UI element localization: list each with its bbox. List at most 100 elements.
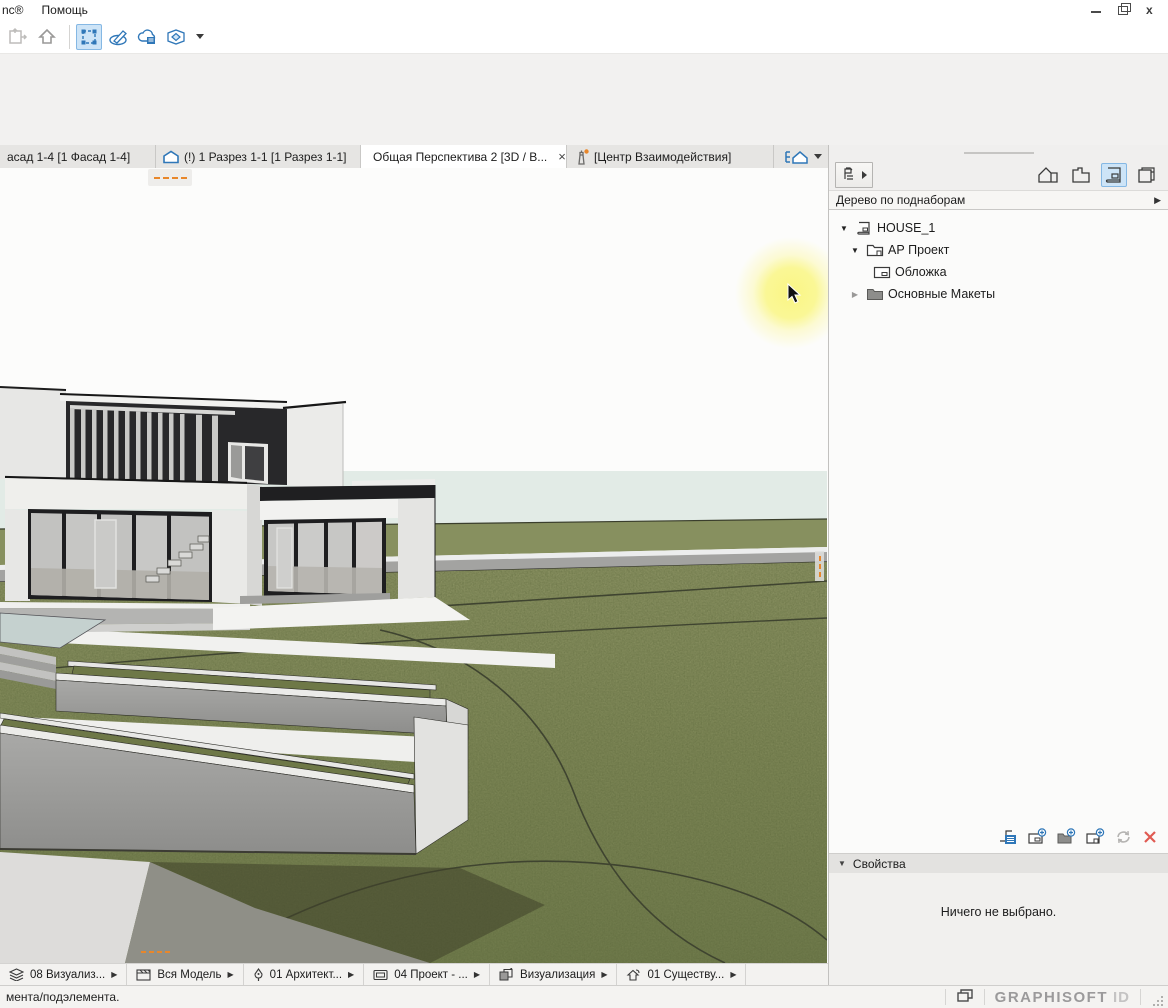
folder-icon bbox=[866, 287, 884, 301]
window-stack-icon[interactable] bbox=[956, 988, 974, 1006]
layout-tree: ▼ HOUSE_1 ▼ АР Проект Обложка ▶ Основные… bbox=[829, 210, 1168, 853]
pavement bbox=[0, 852, 150, 963]
new-subset-icon[interactable] bbox=[1056, 828, 1076, 849]
delete-icon[interactable] bbox=[1142, 829, 1158, 848]
publisher-sets-icon[interactable] bbox=[1134, 163, 1160, 187]
app-menu-fragment[interactable]: nc® bbox=[0, 3, 34, 17]
tab-perspective-active[interactable]: Общая Перспектива 2 [3D / В... × bbox=[361, 145, 567, 168]
status-right-group: GRAPHISOFT ID bbox=[935, 986, 1168, 1008]
tab-razrez[interactable]: (!) 1 Разрез 1-1 [1 Разрез 1-1] bbox=[156, 145, 361, 168]
quick-options-bar: 08 Визуализ... ▶ Вся Модель ▶ 01 Архитек… bbox=[0, 963, 828, 985]
render-settings-icon[interactable] bbox=[163, 24, 189, 50]
workspace-background bbox=[0, 53, 1168, 145]
caret-right-icon: ▶ bbox=[601, 970, 607, 979]
project-map-icon[interactable] bbox=[1035, 163, 1061, 187]
quick-option-layers[interactable]: 08 Визуализ... ▶ bbox=[0, 964, 127, 985]
resize-grip[interactable] bbox=[1151, 994, 1165, 1008]
tree-item-label: Основные Макеты bbox=[888, 287, 995, 301]
interaction-center-icon bbox=[574, 149, 589, 165]
layout-book-item-icon bbox=[855, 221, 873, 236]
navigator-action-bar bbox=[829, 823, 1168, 853]
quick-option-renovation-filter[interactable]: Вся Модель ▶ bbox=[127, 964, 243, 985]
tree-item-cover[interactable]: Обложка bbox=[829, 261, 1168, 283]
graphisoft-id-label: ID bbox=[1113, 989, 1130, 1006]
model-view-options-icon bbox=[373, 969, 388, 981]
tab-label: асад 1-4 [1 Фасад 1-4] bbox=[7, 150, 130, 164]
renovation-filter-icon bbox=[136, 969, 151, 981]
tree-structure-icon bbox=[841, 166, 859, 184]
status-message: мента/подэлемента. bbox=[0, 990, 119, 1004]
section-icon bbox=[163, 150, 179, 164]
status-separator bbox=[945, 989, 946, 1005]
tab-overview-caret-icon[interactable] bbox=[814, 154, 822, 159]
renovation-status-icon bbox=[626, 968, 641, 981]
properties-title: Свойства bbox=[853, 857, 906, 871]
scheme-dropdown-label: Дерево по поднаборам bbox=[836, 193, 965, 207]
layout-book-icon[interactable] bbox=[1101, 163, 1127, 187]
pen-set-icon bbox=[253, 968, 264, 982]
resize-element-icon[interactable] bbox=[5, 24, 31, 50]
quick-option-renovation-status[interactable]: 01 Существу... ▶ bbox=[617, 964, 746, 985]
quick-option-pen-set[interactable]: 01 Архитект... ▶ bbox=[244, 964, 365, 985]
caret-down-icon: ▼ bbox=[838, 859, 846, 868]
toolbar-dropdown-caret-icon[interactable] bbox=[196, 34, 204, 39]
tab-close-icon[interactable]: × bbox=[558, 149, 566, 164]
status-separator bbox=[984, 989, 985, 1005]
tab-interaction-center[interactable]: [Центр Взаимодействия] bbox=[567, 145, 774, 168]
teamwork-cloud-icon[interactable] bbox=[134, 24, 160, 50]
caret-right-icon: ▶ bbox=[111, 970, 117, 979]
ground-dashes-marker bbox=[141, 951, 170, 953]
tree-item-main-layouts[interactable]: ▶ Основные Макеты bbox=[829, 283, 1168, 305]
caret-right-icon: ▶ bbox=[474, 970, 480, 979]
marquee-icon[interactable] bbox=[76, 24, 102, 50]
right-wing bbox=[260, 479, 435, 599]
graphisoft-brand[interactable]: GRAPHISOFT bbox=[995, 989, 1108, 1006]
new-layout-icon[interactable] bbox=[1027, 828, 1047, 849]
caret-right-icon: ▶ bbox=[730, 970, 736, 979]
properties-section-header[interactable]: ▼ Свойства bbox=[829, 853, 1168, 873]
menu-help[interactable]: Помощь bbox=[34, 3, 96, 17]
tab-label: [Центр Взаимодействия] bbox=[594, 150, 731, 164]
upper-glass-door bbox=[228, 442, 268, 484]
title-bar: nc® Помощь x bbox=[0, 0, 1168, 20]
edit-elements-icon[interactable] bbox=[105, 24, 131, 50]
tab-overview-control[interactable] bbox=[778, 145, 828, 168]
view-map-icon[interactable] bbox=[1068, 163, 1094, 187]
close-icon[interactable]: x bbox=[1146, 5, 1158, 15]
tree-item-label: Обложка bbox=[895, 265, 947, 279]
navigator-scheme-dropdown[interactable]: Дерево по поднаборам ▶ bbox=[829, 190, 1168, 210]
tab-label: Общая Перспектива 2 [3D / В... bbox=[373, 150, 547, 164]
navigator-tree-button[interactable] bbox=[835, 162, 873, 188]
chevron-expanded-icon[interactable]: ▼ bbox=[848, 246, 862, 255]
navigator-panel: Дерево по поднаборам ▶ ▼ HOUSE_1 ▼ АР Пр… bbox=[828, 145, 1168, 985]
quick-option-model-view[interactable]: 04 Проект - ... ▶ bbox=[364, 964, 490, 985]
viewport-3d[interactable] bbox=[0, 168, 828, 963]
panel-drag-handle[interactable] bbox=[829, 145, 1168, 160]
properties-empty-text: Ничего не выбрано. bbox=[941, 905, 1057, 919]
view-tab-bar: асад 1-4 [1 Фасад 1-4] (!) 1 Разрез 1-1 … bbox=[0, 145, 828, 168]
main-toolbar bbox=[0, 20, 1168, 53]
3d-scene[interactable] bbox=[0, 168, 827, 963]
tree-item-ap-project[interactable]: ▼ АР Проект bbox=[829, 239, 1168, 261]
edge-hotspot-marker bbox=[815, 551, 824, 581]
tree-item-label: HOUSE_1 bbox=[877, 221, 935, 235]
caret-right-icon: ▶ bbox=[1154, 195, 1161, 206]
update-icon[interactable] bbox=[1114, 828, 1133, 849]
tree-item-label: АР Проект bbox=[888, 243, 949, 257]
cursor-pointer bbox=[787, 283, 803, 305]
quick-option-label: Визуализация bbox=[520, 969, 595, 981]
layout-settings-icon[interactable] bbox=[998, 828, 1018, 849]
quick-option-graphic-override[interactable]: Визуализация ▶ bbox=[490, 964, 617, 985]
tree-item-house1[interactable]: ▼ HOUSE_1 bbox=[829, 217, 1168, 239]
minimize-icon[interactable] bbox=[1090, 5, 1102, 15]
navigator-map-buttons bbox=[1035, 163, 1160, 187]
chevron-collapsed-icon[interactable]: ▶ bbox=[848, 290, 862, 299]
home-navigate-icon[interactable] bbox=[34, 24, 60, 50]
new-master-layout-icon[interactable] bbox=[1085, 828, 1105, 849]
layout-sheet-icon bbox=[873, 266, 891, 279]
tab-fasad[interactable]: асад 1-4 [1 Фасад 1-4] bbox=[0, 145, 156, 168]
chevron-expanded-icon[interactable]: ▼ bbox=[837, 224, 851, 233]
restore-icon[interactable] bbox=[1118, 5, 1130, 15]
caret-right-icon bbox=[862, 171, 867, 179]
tree-empty-area[interactable] bbox=[829, 305, 1168, 823]
